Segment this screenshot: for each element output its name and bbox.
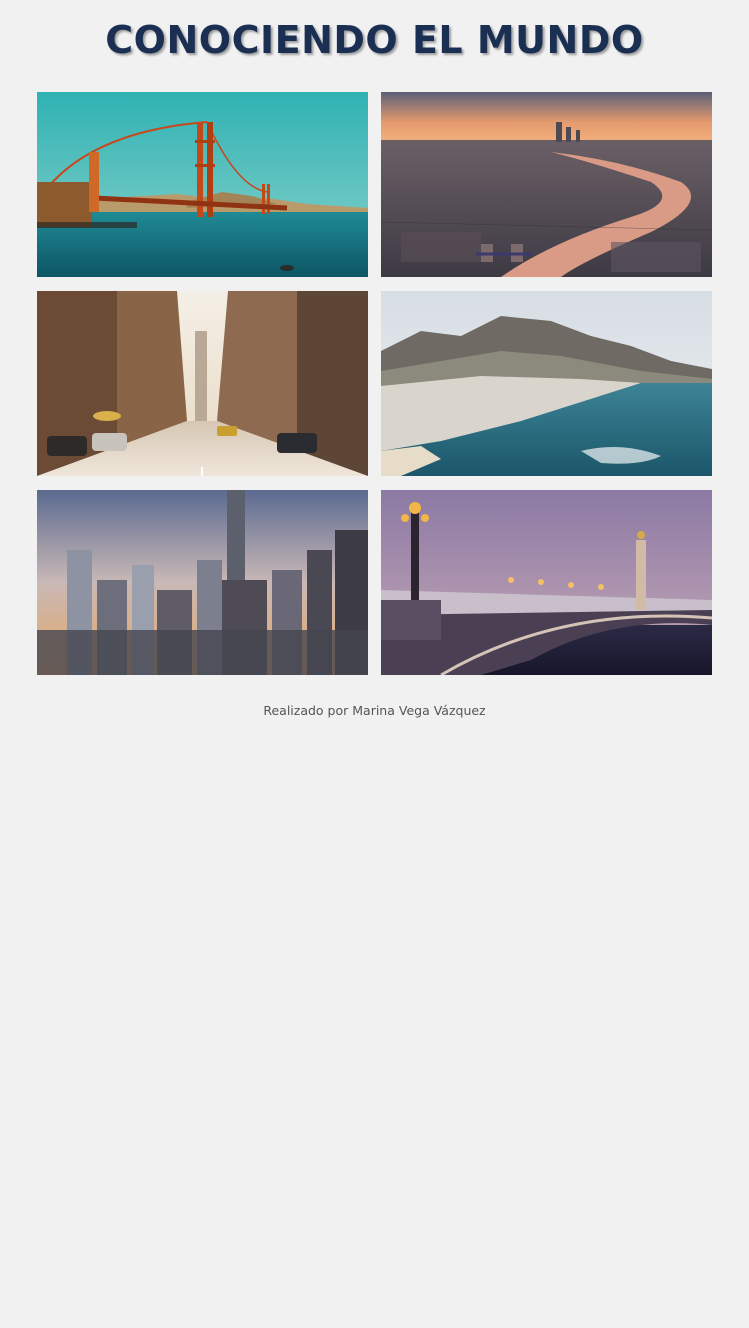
photo-london-thames[interactable] [381, 92, 712, 277]
new-york-street-image [37, 291, 368, 476]
photo-golden-gate-bridge[interactable] [37, 92, 368, 277]
page-title: CONOCIENDO EL MUNDO [105, 18, 644, 62]
london-aerial-image [381, 92, 712, 277]
golden-gate-bridge-image [37, 92, 368, 277]
beijing-skyline-image [37, 490, 368, 675]
photo-new-york-street[interactable] [37, 291, 368, 476]
photo-cape-town-coast[interactable] [381, 291, 712, 476]
photo-paris-bridge[interactable] [381, 490, 712, 675]
author-credit: Realizado por Marina Vega Vázquez [263, 703, 486, 718]
photo-beijing-skyline[interactable] [37, 490, 368, 675]
paris-bridge-image [381, 490, 712, 675]
photo-gallery [37, 92, 712, 675]
cape-town-coast-image [381, 291, 712, 476]
